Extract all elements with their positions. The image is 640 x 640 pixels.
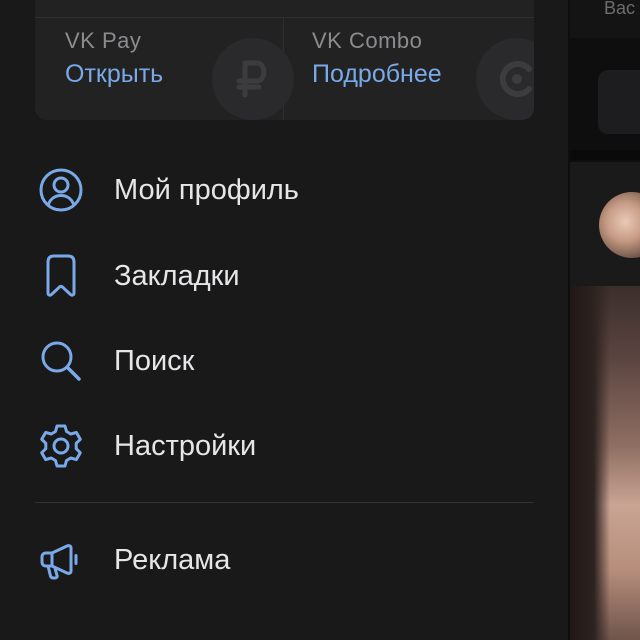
vk-combo-tile[interactable]: VK Combo Подробнее: [284, 18, 534, 120]
ruble-icon: [212, 38, 294, 120]
gear-icon: [37, 422, 85, 470]
payment-card: VK Pay Открыть VK Combo Подробнее: [35, 0, 534, 120]
background-post-photo-shade: [570, 286, 610, 640]
vk-pay-open-link[interactable]: Открыть: [65, 60, 163, 89]
menu-item-settings-label: Настройки: [114, 429, 257, 462]
menu-item-search[interactable]: Поиск: [0, 325, 568, 397]
user-circle-icon: [37, 166, 85, 214]
menu-item-profile[interactable]: Мой профиль: [0, 154, 568, 226]
background-divider: [570, 150, 640, 160]
menu-separator: [35, 502, 534, 503]
menu-item-bookmarks-label: Закладки: [114, 259, 240, 292]
vk-combo-more-link[interactable]: Подробнее: [312, 60, 442, 89]
menu-item-profile-label: Мой профиль: [114, 173, 299, 206]
menu-item-settings[interactable]: Настройки: [0, 410, 568, 482]
search-icon: [37, 337, 85, 385]
menu-item-search-label: Поиск: [114, 344, 195, 377]
menu-item-ads-label: Реклама: [114, 543, 231, 576]
menu-item-bookmarks[interactable]: Закладки: [0, 240, 568, 312]
menu-item-ads[interactable]: Реклама: [0, 524, 568, 596]
vk-combo-title: VK Combo: [312, 28, 423, 53]
vk-pay-tile[interactable]: VK Pay Открыть: [35, 18, 294, 120]
background-story-card[interactable]: [598, 70, 640, 134]
megaphone-icon: [37, 536, 85, 584]
bookmark-icon: [37, 252, 85, 300]
combo-icon: [476, 38, 534, 120]
vk-pay-title: VK Pay: [65, 28, 142, 53]
side-drawer: VK Pay Открыть VK Combo Подробнее Мой пр…: [0, 0, 568, 640]
background-topbar-text: Вас: [604, 0, 636, 18]
